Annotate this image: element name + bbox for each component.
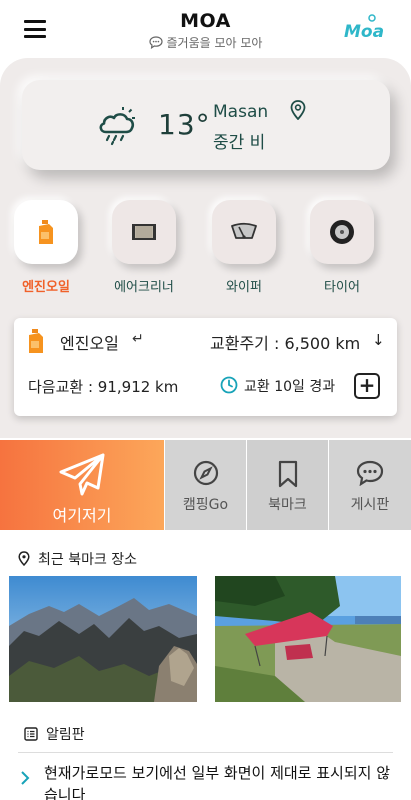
city-name: Masan [213,102,269,122]
logo-text: Moa [344,22,384,42]
category-engine-oil[interactable]: 엔진오일 [14,200,78,295]
camping-photo [215,576,401,702]
paper-plane-icon [59,453,105,496]
map-pin-icon[interactable] [290,100,306,120]
weather-card[interactable]: 13° Masan 중간 비 [22,80,390,170]
category-tire[interactable]: 타이어 [310,200,374,295]
next-replacement: 다음교환 : 91,912 km [28,378,179,396]
down-arrow-icon[interactable]: ↓ [372,331,385,349]
map-pin-icon [18,551,30,566]
item-name: 엔진오일 [60,334,119,353]
compass-icon [193,460,218,486]
menu-label: 여기저기 [52,506,112,525]
wiper-icon [231,222,257,239]
category-button[interactable] [14,200,78,264]
heading-text: 알림판 [46,727,85,743]
chat-bubble-icon [356,460,384,486]
air-filter-icon [132,224,156,240]
menu-label: 게시판 [350,497,390,513]
cloud-rain-sun-icon [99,107,135,146]
app-header: MOA 즐거움을 모아 모아 Moa [0,0,411,58]
chat-icon [148,36,163,49]
temperature: 13° [158,108,211,141]
category-button[interactable] [212,200,276,264]
category-button[interactable] [310,200,374,264]
chevron-right-icon [21,771,30,785]
recent-bookmarks-heading: 최근 북마크 장소 [18,549,137,569]
add-button[interactable]: + [354,373,380,399]
maintenance-info-card[interactable]: 엔진오일 ↵ 교환주기 : 6,500 km ↓ 다음교환 : 91,912 k… [14,318,397,416]
category-label: 타이어 [324,280,360,295]
notice-board-heading: 알림판 [18,724,85,744]
bookmark-icon [278,460,297,488]
menu-board[interactable]: 게시판 [329,440,411,530]
main-menu: 여기저기 캠핑Go 북마크 게시판 [0,440,411,530]
heading-text: 최근 북마크 장소 [38,552,138,568]
category-button[interactable] [112,200,176,264]
mountain-photo [9,576,197,702]
bookmark-photo-camping[interactable] [215,576,401,702]
menu-label: 캠핑Go [182,497,229,513]
menu-camping-go[interactable]: 캠핑Go [165,440,246,530]
tire-icon [330,220,354,244]
oil-bottle-icon [39,220,53,244]
notice-item[interactable]: 현재가로모드 보기에선 일부 화면이 제대로 표시되지 않습니다 [44,762,394,800]
category-air-cleaner[interactable]: 에어크리너 [112,200,176,295]
menu-here-there[interactable]: 여기저기 [0,440,164,530]
divider [18,752,393,753]
elapsed-days: 교환 10일 경과 [244,379,336,395]
moa-logo: Moa [344,14,384,42]
clock-icon [220,376,238,394]
menu-bookmark[interactable]: 북마크 [247,440,328,530]
replacement-cycle: 교환주기 : 6,500 km [210,334,361,353]
subtitle-text: 즐거움을 모아 모아 [166,36,263,50]
bookmark-photo-mountain[interactable] [9,576,197,702]
weather-condition: 중간 비 [213,133,266,153]
list-document-icon [24,727,38,741]
menu-label: 북마크 [268,497,307,513]
return-arrow-icon[interactable]: ↵ [132,331,144,347]
category-wiper[interactable]: 와이퍼 [212,200,276,295]
oil-bottle-icon [29,329,43,353]
